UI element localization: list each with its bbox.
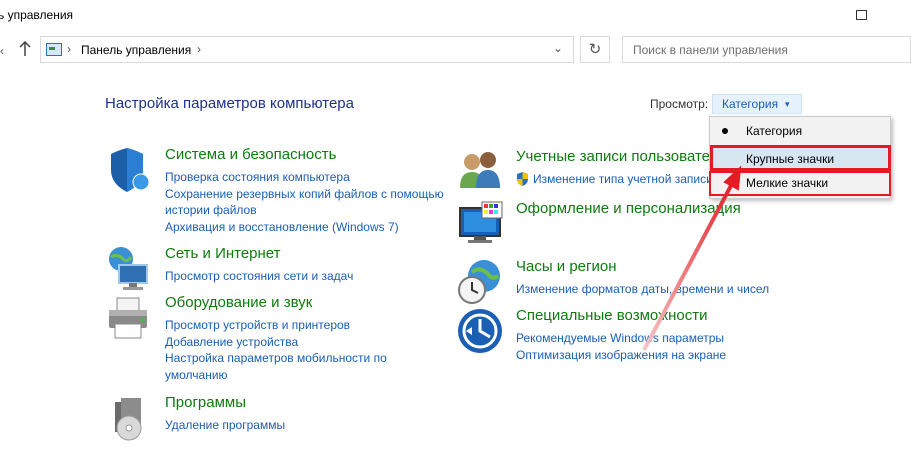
clock-icon[interactable] [456, 258, 504, 306]
link-check-computer-status[interactable]: Проверка состояния компьютера [165, 169, 444, 186]
users-icon[interactable] [456, 148, 504, 196]
printer-icon[interactable] [105, 294, 153, 342]
window-title: ь управления [0, 8, 74, 22]
menu-item-label: Категория [746, 124, 803, 138]
breadcrumb-separator[interactable]: › [67, 42, 71, 56]
search-placeholder: Поиск в панели управления [633, 43, 788, 57]
link-change-account-type[interactable]: Изменение типа учетной записи [516, 171, 713, 188]
annotation-highlight-box-lower [709, 171, 891, 196]
title-bar: ь управления [0, 0, 911, 30]
link-file-history[interactable]: Сохранение резервных копий файлов с помо… [165, 186, 444, 203]
link-recommended-settings[interactable]: Рекомендуемые Windows параметры [516, 330, 726, 347]
link-file-history-cont[interactable]: истории файлов [165, 202, 444, 219]
refresh-icon: ↻ [588, 41, 602, 58]
category-title[interactable]: Система и безопасность [165, 146, 336, 163]
page-title: Настройка параметров компьютера [105, 95, 354, 112]
link-change-formats[interactable]: Изменение форматов даты, времени и чисел [516, 281, 769, 298]
breadcrumb-separator-end[interactable]: › [197, 42, 201, 56]
breadcrumb-control-panel[interactable]: Панель управления [81, 43, 191, 57]
link-change-account-type-label: Изменение типа учетной записи [533, 172, 713, 186]
link-add-device[interactable]: Добавление устройства [165, 334, 387, 351]
navigation-bar: ‹ › Панель управления › ⌄ ↻ Поиск в пане… [0, 34, 911, 68]
category-title[interactable]: Учетные записи пользователей [516, 148, 735, 165]
menu-item-category[interactable]: Категория [710, 119, 890, 143]
refresh-button[interactable]: ↻ [580, 36, 610, 63]
address-dropdown-icon[interactable]: ⌄ [553, 41, 563, 55]
view-by-dropdown[interactable]: Категория ▾ [712, 94, 802, 114]
category-title[interactable]: Специальные возможности [516, 307, 708, 324]
programs-icon[interactable] [105, 394, 153, 442]
personalization-icon[interactable] [456, 200, 504, 248]
up-arrow-icon[interactable] [18, 41, 32, 57]
selected-bullet-icon [722, 128, 728, 134]
category-title[interactable]: Оформление и персонализация [516, 200, 741, 217]
category-title[interactable]: Сеть и Интернет [165, 245, 281, 262]
link-uninstall-program[interactable]: Удаление программы [165, 417, 285, 434]
link-backup-restore[interactable]: Архивация и восстановление (Windows 7) [165, 219, 444, 236]
accessibility-icon[interactable] [456, 307, 504, 355]
back-arrow-icon[interactable]: ‹ [0, 44, 4, 58]
category-title[interactable]: Программы [165, 394, 246, 411]
view-by-value: Категория [722, 97, 779, 111]
category-title[interactable]: Часы и регион [516, 258, 617, 275]
maximize-icon[interactable] [856, 10, 867, 20]
link-network-status[interactable]: Просмотр состояния сети и задач [165, 268, 353, 285]
chevron-down-icon: ▾ [785, 99, 790, 109]
search-input[interactable]: Поиск в панели управления [622, 36, 911, 63]
network-icon[interactable] [105, 245, 153, 293]
link-mobility-settings[interactable]: Настройка параметров мобильности по [165, 350, 387, 367]
annotation-highlight-box [710, 145, 891, 171]
link-mobility-settings-cont[interactable]: умолчанию [165, 367, 387, 384]
view-by-label: Просмотр: [650, 97, 709, 111]
address-bar[interactable]: › Панель управления › ⌄ [40, 36, 574, 63]
shield-icon[interactable] [105, 146, 153, 194]
link-optimize-display[interactable]: Оптимизация изображения на экране [516, 347, 726, 364]
control-panel-icon [46, 43, 62, 56]
category-title[interactable]: Оборудование и звук [165, 294, 312, 311]
link-devices-printers[interactable]: Просмотр устройств и принтеров [165, 317, 387, 334]
uac-shield-icon [517, 172, 528, 186]
